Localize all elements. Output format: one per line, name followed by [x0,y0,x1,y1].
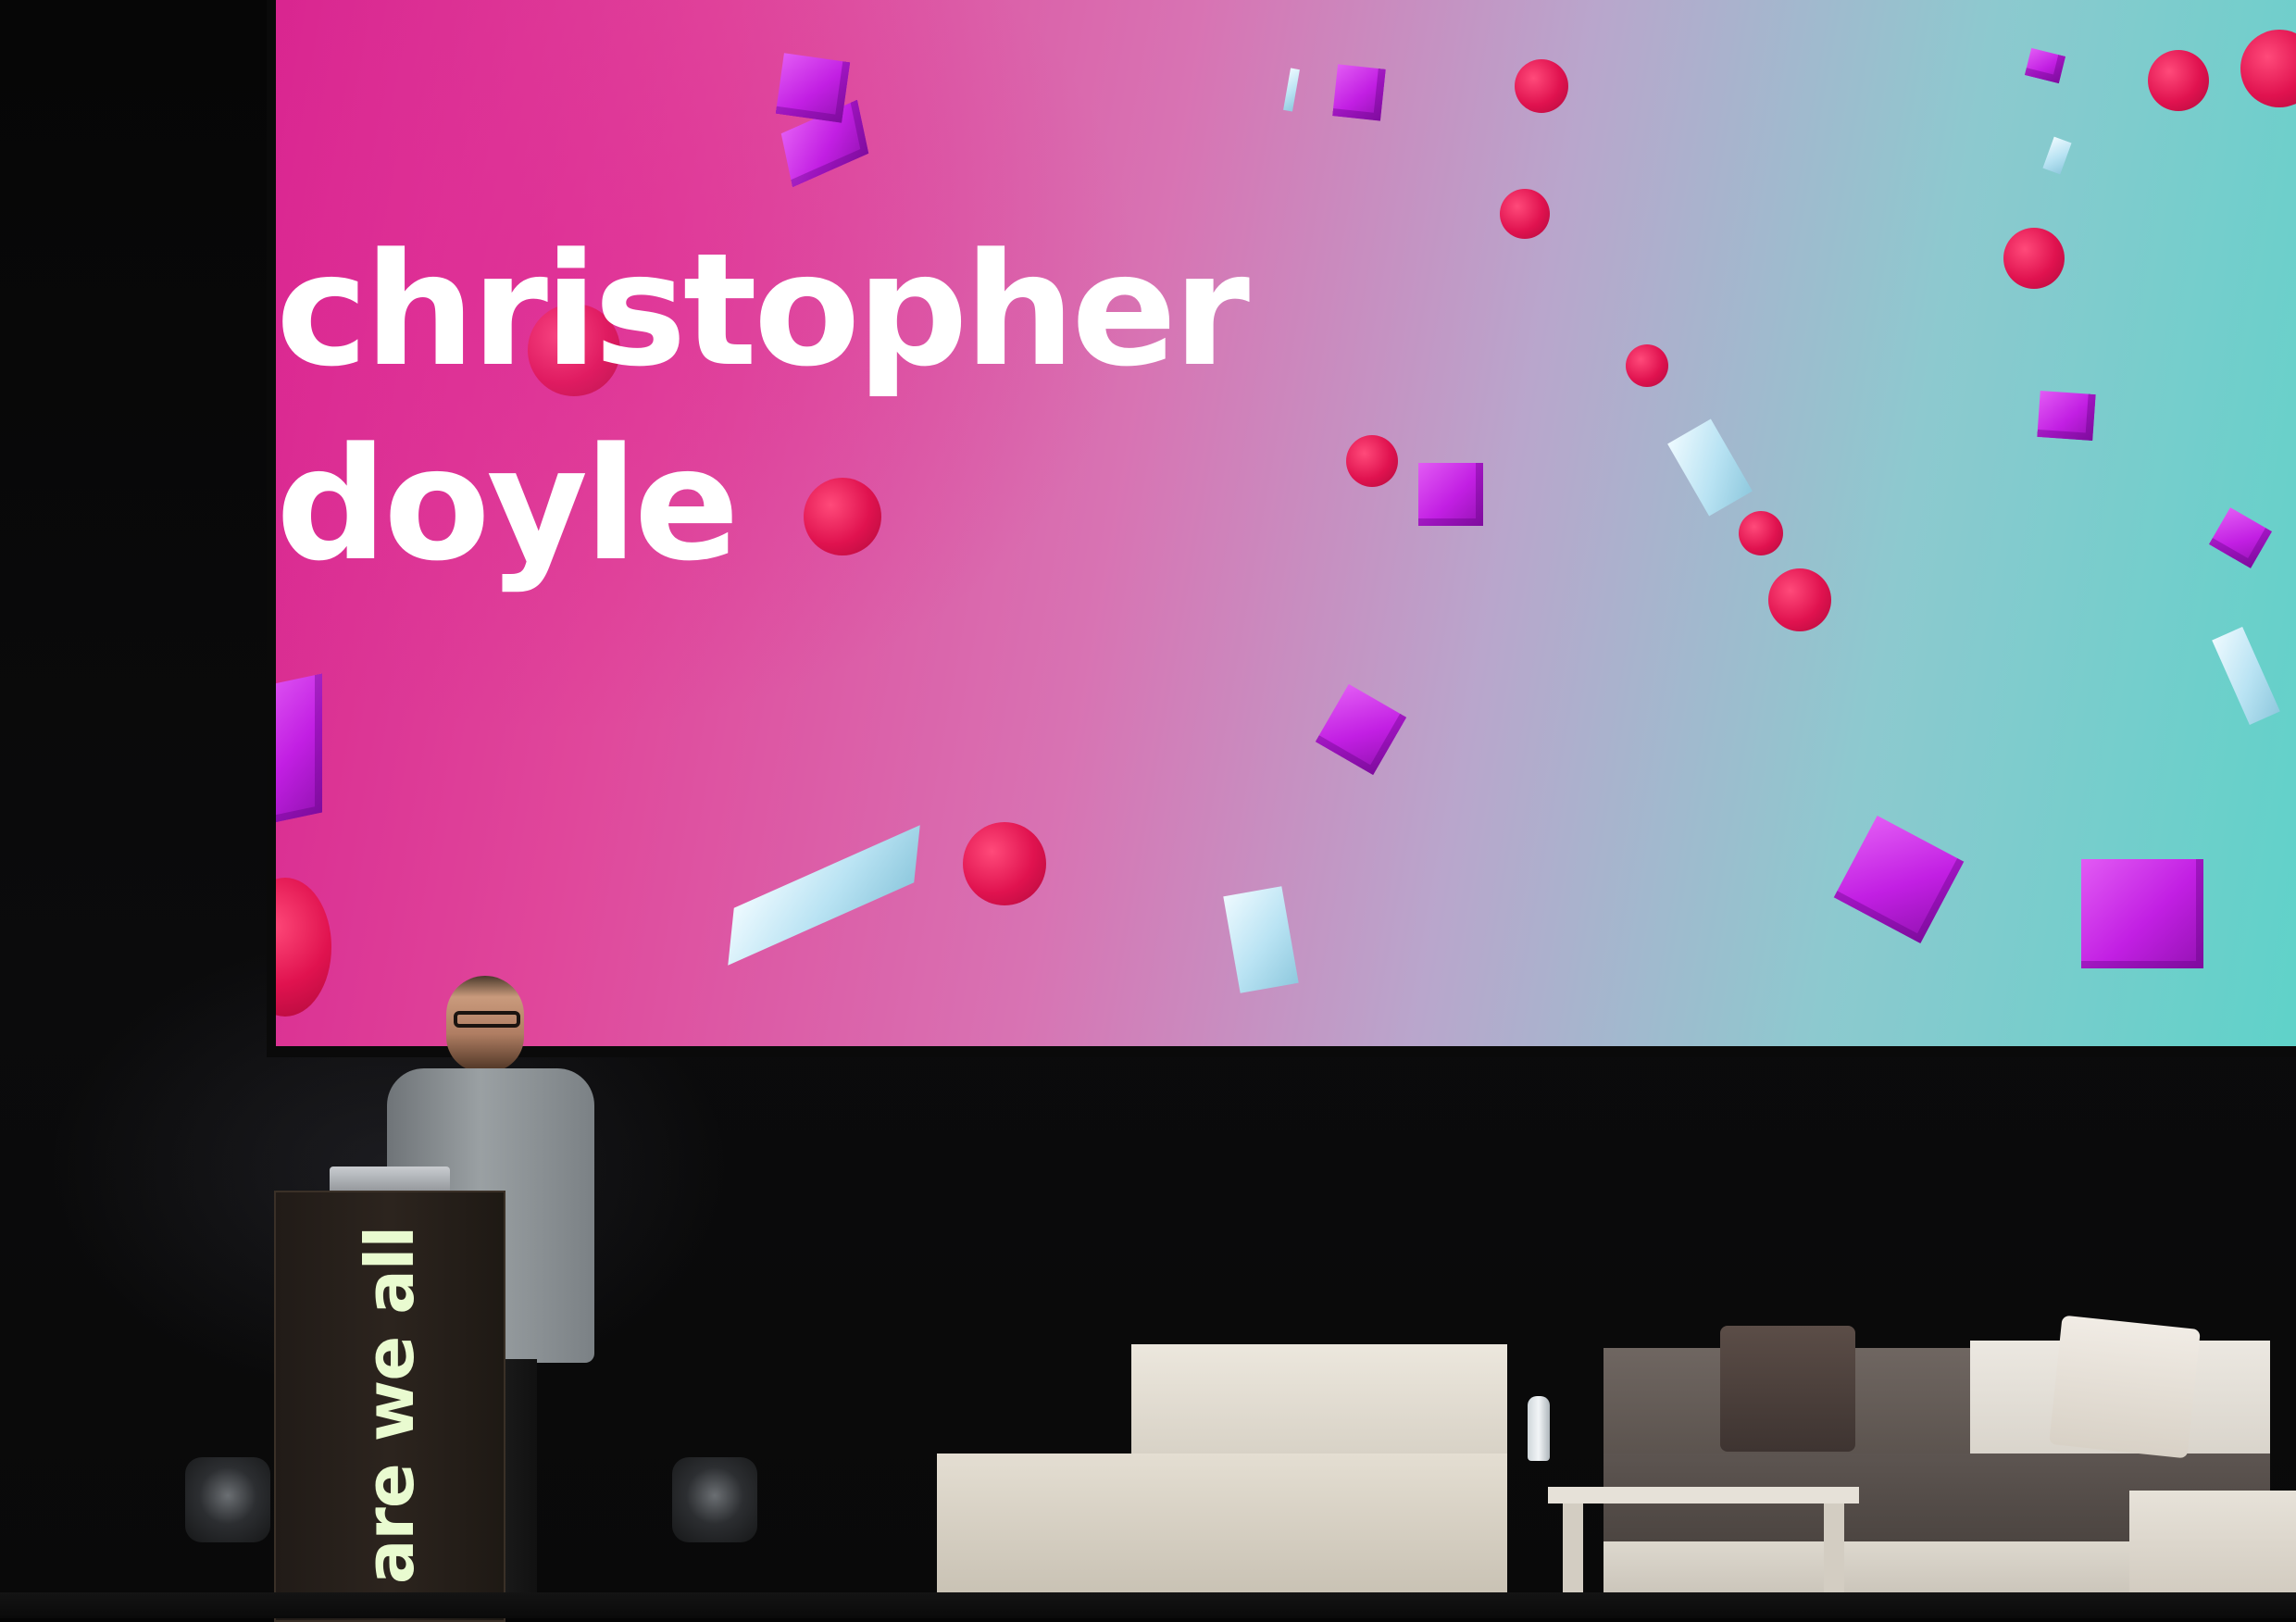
white-sofa-back [1131,1344,1507,1465]
red-sphere [1515,59,1568,113]
red-sphere [2003,228,2065,289]
purple-cube [1332,64,1386,121]
stage-background: christopher doyle are we all [0,0,2296,1622]
dark-cushion [1720,1326,1855,1452]
red-sphere [1346,435,1398,487]
red-sphere [963,822,1046,905]
light-blue-shard [2212,627,2280,725]
coffee-table-top [1548,1487,1859,1503]
glasses [454,1011,520,1028]
light-blue-shard [2042,136,2072,175]
purple-cube [1315,683,1407,776]
podium: are we all [274,1191,505,1622]
stage-light-fixture [185,1457,270,1542]
purple-cube [2037,390,2096,442]
white-sofa [937,1344,1507,1603]
purple-cube [276,673,322,829]
light-blue-shard [1223,886,1299,993]
red-sphere [1500,189,1550,239]
red-sphere [2148,50,2209,111]
purple-cube [2081,859,2203,968]
purple-cube [775,53,851,123]
purple-cube [1418,463,1483,526]
red-sphere [2240,30,2296,107]
white-sofa-seat [937,1454,1507,1603]
stage-light-fixture [672,1457,757,1542]
red-sphere [276,878,331,1017]
podium-slogan: are we all [351,1226,429,1585]
light-cushion [2049,1315,2201,1459]
light-blue-shard [728,825,920,966]
water-bottle [1528,1396,1550,1461]
light-blue-shard [1667,418,1753,517]
red-sphere [1768,568,1831,631]
purple-cube [2208,507,2273,568]
purple-cube [2024,47,2066,84]
stage-floor [0,1592,2296,1618]
speaker-name-title: christopher doyle [276,219,1250,595]
red-sphere [1739,511,1783,555]
light-blue-shard [1283,68,1300,112]
red-sphere [1626,344,1668,387]
projection-screen: christopher doyle [276,0,2296,1046]
purple-cube [1833,815,1965,944]
